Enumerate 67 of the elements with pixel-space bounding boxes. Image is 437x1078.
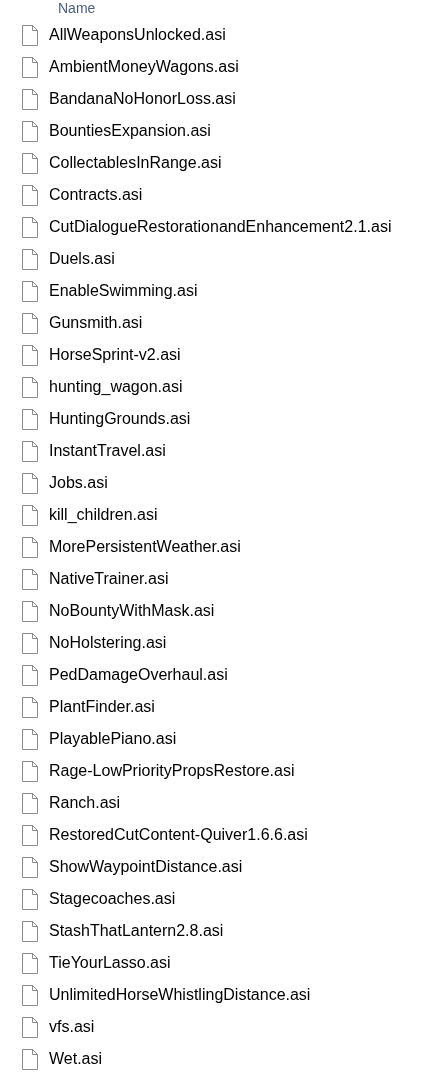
- file-icon: [22, 312, 38, 334]
- file-icon: [22, 664, 38, 686]
- file-name[interactable]: Gunsmith.asi: [49, 314, 143, 332]
- file-name[interactable]: BandanaNoHonorLoss.asi: [49, 90, 236, 108]
- file-name[interactable]: HorseSprint-v2.asi: [49, 346, 181, 364]
- file-name[interactable]: Wet.asi: [49, 1050, 103, 1068]
- file-icon: [22, 344, 38, 366]
- file-icon: [22, 408, 38, 430]
- file-icon: [22, 632, 38, 654]
- file-icon: [22, 760, 38, 782]
- file-icon: [22, 280, 38, 302]
- file-name[interactable]: Duels.asi: [49, 250, 115, 268]
- file-icon: [22, 920, 38, 942]
- file-icon: [22, 600, 38, 622]
- file-icon: [22, 56, 38, 78]
- file-icon: [22, 1016, 38, 1038]
- file-icon: [22, 856, 38, 878]
- file-name[interactable]: CollectablesInRange.asi: [49, 154, 222, 172]
- file-name[interactable]: TieYourLasso.asi: [49, 954, 171, 972]
- file-name[interactable]: NativeTrainer.asi: [49, 570, 169, 588]
- file-name[interactable]: Stagecoaches.asi: [49, 890, 176, 908]
- file-name[interactable]: RestoredCutContent-Quiver1.6.6.asi: [49, 826, 308, 844]
- file-icon: [22, 472, 38, 494]
- file-icon: [22, 216, 38, 238]
- file-name[interactable]: InstantTravel.asi: [49, 442, 166, 460]
- file-icon: [22, 952, 38, 974]
- file-name[interactable]: PlayablePiano.asi: [49, 730, 177, 748]
- file-name[interactable]: HuntingGrounds.asi: [49, 410, 191, 428]
- file-name[interactable]: UnlimitedHorseWhistlingDistance.asi: [49, 986, 311, 1004]
- file-icon: [22, 1048, 38, 1070]
- file-name[interactable]: PedDamageOverhaul.asi: [49, 666, 228, 684]
- file-name[interactable]: hunting_wagon.asi: [49, 378, 183, 396]
- file-name[interactable]: vfs.asi: [49, 1018, 95, 1036]
- file-name[interactable]: kill_children.asi: [49, 506, 158, 524]
- file-name[interactable]: PlantFinder.asi: [49, 698, 155, 716]
- file-name[interactable]: NoBountyWithMask.asi: [49, 602, 215, 620]
- file-icon: [22, 984, 38, 1006]
- file-name[interactable]: AllWeaponsUnlocked.asi: [49, 26, 226, 44]
- file-name[interactable]: Contracts.asi: [49, 186, 143, 204]
- file-icon: [22, 536, 38, 558]
- file-name[interactable]: StashThatLantern2.8.asi: [49, 922, 224, 940]
- file-icon: [22, 88, 38, 110]
- file-icon: [22, 888, 38, 910]
- column-header[interactable]: Name: [58, 0, 96, 16]
- file-name[interactable]: Jobs.asi: [49, 474, 108, 492]
- file-icon: [22, 376, 38, 398]
- file-name[interactable]: ShowWaypointDistance.asi: [49, 858, 243, 876]
- file-icon: [22, 440, 38, 462]
- file-icon: [22, 696, 38, 718]
- file-icon: [22, 728, 38, 750]
- file-icon: [22, 504, 38, 526]
- file-name[interactable]: Rage-LowPriorityPropsRestore.asi: [49, 762, 295, 780]
- file-name[interactable]: AmbientMoneyWagons.asi: [49, 58, 239, 76]
- file-name[interactable]: BountiesExpansion.asi: [49, 122, 211, 140]
- file-name[interactable]: Ranch.asi: [49, 794, 121, 812]
- file-icon: [22, 152, 38, 174]
- file-icon: [22, 792, 38, 814]
- file-icon: [22, 24, 38, 46]
- file-name[interactable]: CutDialogueRestorationandEnhancement2.1.asi: [49, 218, 392, 236]
- file-icon: [22, 824, 38, 846]
- file-name[interactable]: NoHolstering.asi: [49, 634, 167, 652]
- file-name[interactable]: EnableSwimming.asi: [49, 282, 198, 300]
- file-icon: [22, 120, 38, 142]
- file-icon: [22, 248, 38, 270]
- file-name[interactable]: MorePersistentWeather.asi: [49, 538, 241, 556]
- file-icon: [22, 184, 38, 206]
- file-icon: [22, 568, 38, 590]
